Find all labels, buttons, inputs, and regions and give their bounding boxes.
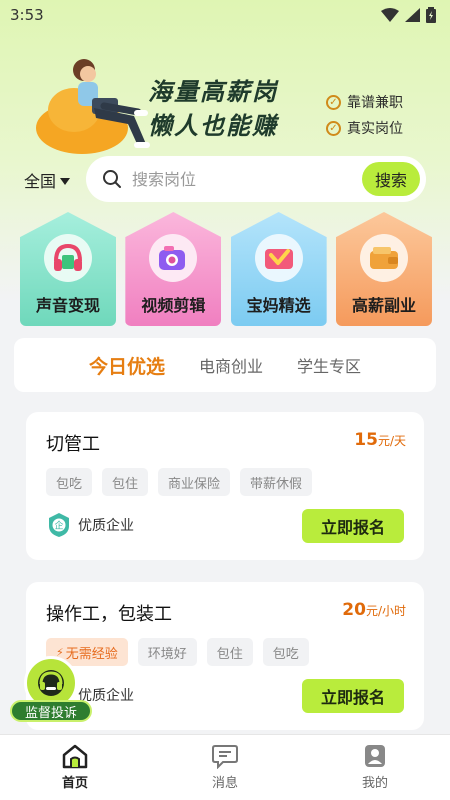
job-tag: 环境好 xyxy=(137,638,197,666)
category-high-pay-side-job[interactable]: 高薪副业 xyxy=(335,212,432,326)
headphones-icon xyxy=(44,234,92,282)
job-tag: 包住 xyxy=(102,468,149,496)
slogan-line2: 懒人也能赚 xyxy=(148,112,278,140)
enterprise-badge-icon: 企 xyxy=(49,513,69,537)
battery-icon xyxy=(426,7,436,23)
nav-profile[interactable]: 我的 xyxy=(325,735,425,800)
signal-icon xyxy=(405,8,420,22)
bottom-nav: 首页 消息 我的 xyxy=(0,734,450,800)
tab-student[interactable]: 学生专区 xyxy=(297,353,361,377)
job-tag: 商业保险 xyxy=(158,468,231,496)
job-tag: 带薪休假 xyxy=(240,468,313,496)
search-input[interactable] xyxy=(132,156,352,202)
category-video-editing[interactable]: 视频剪辑 xyxy=(125,212,222,326)
tab-today-picks[interactable]: 今日优选 xyxy=(89,352,165,379)
status-time: 3:53 xyxy=(10,6,44,24)
camera-icon xyxy=(149,234,198,282)
apply-button[interactable]: 立即报名 xyxy=(302,679,404,713)
feature-reliable: ✓ 靠谱兼职 xyxy=(326,92,403,112)
category-voice-monetize[interactable]: 声音变现 xyxy=(20,212,116,326)
category-grid: 声音变现 视频剪辑 宝妈精选 高薪副业 xyxy=(20,212,432,328)
category-mom-picks[interactable]: 宝妈精选 xyxy=(230,212,327,326)
job-tabs: 今日优选 电商创业 学生专区 xyxy=(14,338,436,392)
system-icons xyxy=(381,7,436,23)
apply-button[interactable]: 立即报名 xyxy=(302,509,404,543)
job-salary: 20元/小时 xyxy=(342,600,406,620)
company-badge: 企 优质企业 xyxy=(46,512,134,538)
profile-icon xyxy=(365,745,385,767)
status-bar: 3:53 xyxy=(0,0,450,30)
job-tag: 包吃 xyxy=(46,468,93,496)
job-salary: 15元/天 xyxy=(354,430,406,450)
nav-home[interactable]: 首页 xyxy=(25,735,125,800)
svg-text:企: 企 xyxy=(54,520,63,532)
job-title: 切管工 xyxy=(46,434,100,455)
search-button[interactable]: 搜索 xyxy=(362,162,420,196)
job-title: 操作工，包装工 xyxy=(46,604,172,625)
job-tag: 包住 xyxy=(206,638,253,666)
search-row: 全国 搜索 xyxy=(0,156,450,202)
checkmark-icon xyxy=(254,234,303,282)
home-icon xyxy=(62,744,88,769)
search-box: 搜索 xyxy=(86,156,426,202)
promo-banner[interactable]: 海量高薪岗 懒人也能赚 ✓ 靠谱兼职 ✓ 真实岗位 xyxy=(0,40,450,160)
job-tags: 包吃 包住 商业保险 带薪休假 xyxy=(46,468,313,496)
job-card[interactable]: 切管工 15元/天 包吃 包住 商业保险 带薪休假 企 优质企业 立即报名 xyxy=(26,412,424,560)
nav-messages[interactable]: 消息 xyxy=(175,735,275,800)
check-circle-icon: ✓ xyxy=(326,94,341,110)
tab-ecommerce[interactable]: 电商创业 xyxy=(199,353,263,377)
job-tag: 包吃 xyxy=(262,638,309,666)
complaint-float-button[interactable]: 监督投诉 xyxy=(10,656,92,724)
dropdown-triangle-icon xyxy=(60,177,71,185)
search-icon xyxy=(103,170,121,188)
region-label: 全国 xyxy=(24,172,57,191)
company-label: 优质企业 xyxy=(78,518,134,534)
complaint-label: 监督投诉 xyxy=(10,700,92,722)
check-circle-icon: ✓ xyxy=(326,120,341,136)
wifi-icon xyxy=(381,8,399,22)
feature-real-jobs: ✓ 真实岗位 xyxy=(326,118,403,138)
message-icon xyxy=(212,745,238,769)
woman-laptop-illustration xyxy=(36,59,150,154)
slogan-line1: 海量高薪岗 xyxy=(148,78,278,106)
region-selector[interactable]: 全国 xyxy=(24,168,71,192)
wallet-icon xyxy=(359,234,408,282)
